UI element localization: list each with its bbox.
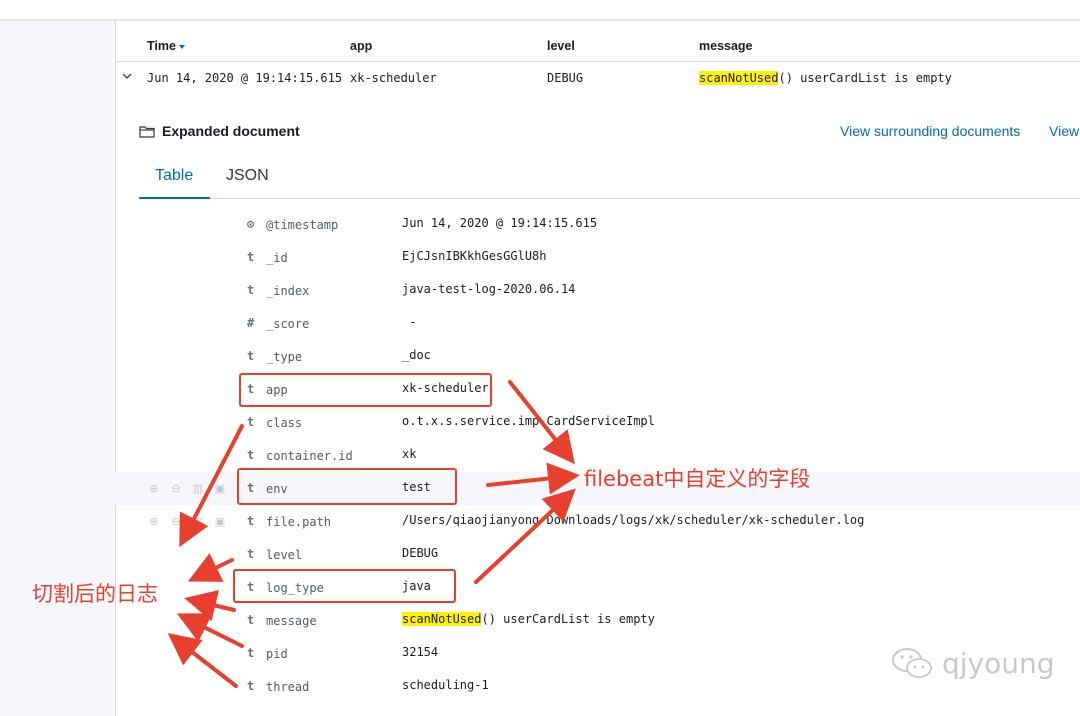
field-row-container-id: t container.id xk <box>0 439 1080 472</box>
column-header-time[interactable]: Time <box>147 39 185 53</box>
field-value: _doc <box>402 348 431 362</box>
watermark-text: qjyoung <box>942 646 1055 680</box>
field-row-id: t _id EjCJsnIBKkhGesGGlU8h <box>0 241 1080 274</box>
field-row-log-type: t log_type java <box>0 571 1080 604</box>
string-type-icon: t <box>247 349 255 363</box>
filter-exists-icon[interactable]: ▣ <box>213 515 227 528</box>
string-type-icon: t <box>247 679 255 693</box>
toggle-column-icon[interactable]: ▥ <box>191 515 205 528</box>
tab-json[interactable]: JSON <box>226 167 269 185</box>
row-message: scanNotUsed() userCardList is empty <box>699 71 952 85</box>
filter-exists-icon[interactable]: ▣ <box>213 482 227 495</box>
top-bar <box>0 0 1080 21</box>
column-header-app[interactable]: app <box>350 39 372 53</box>
field-row-type: t _type _doc <box>0 340 1080 373</box>
field-name: container.id <box>266 449 353 463</box>
chevron-down-icon[interactable] <box>121 70 133 82</box>
field-value: DEBUG <box>402 546 439 560</box>
field-name: _index <box>266 284 310 298</box>
field-row-file-path: ⊕ ⊖ ▥ ▣ t file.path /Users/qiaojianyong … <box>0 505 1080 538</box>
view-surrounding-documents-link[interactable]: View surrounding documents <box>840 123 1020 139</box>
field-row-index: t _index java-test-log-2020.06.14 <box>0 274 1080 307</box>
field-value: EjCJsnIBKkhGesGGlU8h <box>402 249 547 263</box>
field-value: java-test-log-2020.06.14 <box>402 282 576 296</box>
field-name: pid <box>266 647 288 661</box>
string-type-icon: t <box>247 646 255 660</box>
column-header-message[interactable]: message <box>699 39 753 53</box>
annotation-box-app <box>239 373 492 407</box>
string-type-icon: t <box>247 613 255 627</box>
header-divider <box>116 61 1080 62</box>
field-row-score: # _score - <box>0 307 1080 340</box>
field-row-class: t class o.t.x.s.service.imp CardServiceI… <box>0 406 1080 439</box>
field-actions: ⊕ ⊖ ▥ ▣ <box>147 482 227 495</box>
field-name: file.path <box>266 515 332 529</box>
expanded-document-title: Expanded document <box>139 123 300 139</box>
field-row-level: t level DEBUG <box>0 538 1080 571</box>
string-type-icon: t <box>247 250 255 264</box>
string-type-icon: t <box>247 547 255 561</box>
annotation-box-env <box>237 468 457 505</box>
watermark: qjyoung <box>890 645 1055 681</box>
folder-open-icon <box>139 125 155 138</box>
column-header-time-label: Time <box>147 39 176 53</box>
field-value: /Users/qiaojianyong Downloads/logs/xk/sc… <box>402 513 865 527</box>
filter-for-value-icon[interactable]: ⊕ <box>147 482 161 495</box>
sort-desc-icon[interactable] <box>178 44 185 49</box>
field-name: _id <box>266 251 288 265</box>
annotation-box-log-type <box>233 569 456 603</box>
field-value: scheduling-1 <box>402 678 489 692</box>
tab-table[interactable]: Table <box>155 167 193 185</box>
number-type-icon: # <box>247 316 255 330</box>
string-type-icon: t <box>247 514 255 528</box>
field-name: message <box>266 614 317 628</box>
column-header-level[interactable]: level <box>547 39 575 53</box>
row-app: xk-scheduler <box>350 71 437 85</box>
field-name: @timestamp <box>266 218 339 232</box>
active-tab-indicator <box>139 197 210 199</box>
string-type-icon: t <box>247 448 255 462</box>
field-row-app: t app xk-scheduler <box>0 373 1080 406</box>
field-name: thread <box>266 680 310 694</box>
field-name: _type <box>266 350 303 364</box>
annotation-split-logs: 切割后的日志 <box>32 582 158 606</box>
field-name: class <box>266 416 303 430</box>
row-message-rest: () userCardList is empty <box>778 71 952 85</box>
expanded-document-label: Expanded document <box>162 123 300 139</box>
field-name: _score <box>266 317 310 331</box>
field-actions: ⊕ ⊖ ▥ ▣ <box>147 515 227 528</box>
clock-icon: ⊙ <box>247 217 255 231</box>
annotation-filebeat-custom-fields: filebeat中自定义的字段 <box>584 467 811 491</box>
field-row-env: ⊕ ⊖ ▥ ▣ t env test <box>0 472 1080 505</box>
filter-out-value-icon[interactable]: ⊖ <box>169 482 183 495</box>
field-name: level <box>266 548 303 562</box>
field-value: scanNotUsed() userCardList is empty <box>402 612 655 626</box>
field-row-message: t message scanNotUsed() userCardList is … <box>0 604 1080 637</box>
field-value: Jun 14, 2020 @ 19:14:15.615 <box>402 216 598 230</box>
field-value-rest: () userCardList is empty <box>481 612 655 626</box>
field-value: 32154 <box>402 645 439 659</box>
toggle-column-icon[interactable]: ▥ <box>191 482 205 495</box>
view-single-document-link[interactable]: View <box>1049 123 1079 139</box>
string-type-icon: t <box>247 283 255 297</box>
field-row-timestamp: ⊙ @timestamp Jun 14, 2020 @ 19:14:15.615 <box>0 208 1080 241</box>
wechat-icon <box>892 648 932 678</box>
filter-for-value-icon[interactable]: ⊕ <box>147 515 161 528</box>
row-time: Jun 14, 2020 @ 19:14:15.615 <box>147 71 343 85</box>
search-highlight: scanNotUsed <box>699 71 779 85</box>
field-value: o.t.x.s.service.imp CardServiceImpl <box>402 414 655 428</box>
field-value: xk <box>402 447 417 461</box>
string-type-icon: t <box>247 415 255 429</box>
search-highlight: scanNotUsed <box>402 612 482 626</box>
filter-out-value-icon[interactable]: ⊖ <box>169 515 183 528</box>
field-value: - <box>402 315 417 329</box>
tabs-divider <box>139 198 1080 199</box>
row-level: DEBUG <box>547 71 584 85</box>
